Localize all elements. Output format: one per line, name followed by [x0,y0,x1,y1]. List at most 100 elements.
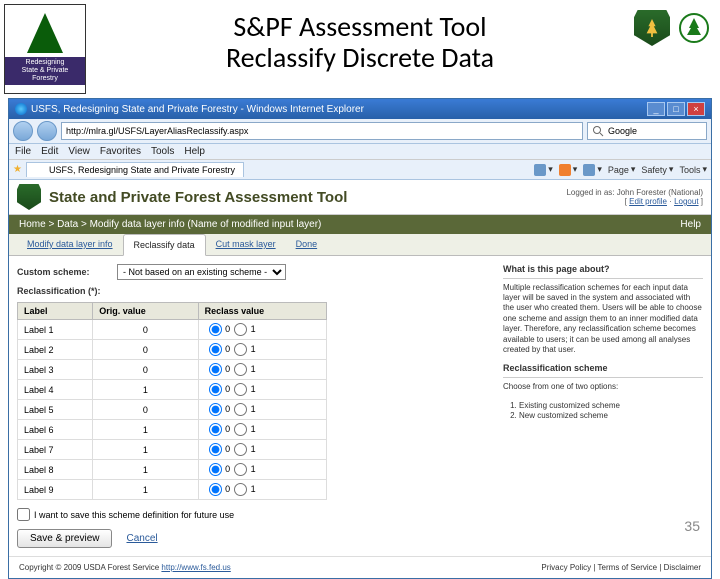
col-reclass: Reclass value [198,303,326,320]
menu-file[interactable]: File [15,146,31,157]
radio-0[interactable] [209,323,222,336]
table-row: Label 20 0 1 [18,340,327,360]
page-tab-3[interactable]: Done [286,234,328,255]
forest-seal-icon [676,10,712,46]
tool-safety[interactable]: Safety▾ [641,164,673,175]
back-button[interactable] [13,121,33,141]
row-reclass: 0 1 [198,440,326,460]
tool-page[interactable]: Page▾ [608,164,636,175]
page-tab-1[interactable]: Reclassify data [123,234,206,256]
redesigning-logo: RedesigningState & Private Forestry [4,4,86,94]
radio-1[interactable] [234,323,247,336]
print-icon [583,164,595,176]
radio-0[interactable] [209,403,222,416]
maximize-button[interactable]: □ [667,102,685,116]
row-orig: 1 [93,460,198,480]
search-box[interactable]: Google [587,122,707,140]
col-orig: Orig. value [93,303,198,320]
close-button[interactable]: × [687,102,705,116]
tool-home[interactable]: ▾ [534,164,553,176]
save-preview-button[interactable]: Save & preview [17,529,112,548]
logout-link[interactable]: Logout [674,197,698,206]
row-reclass: 0 1 [198,360,326,380]
menu-view[interactable]: View [68,146,90,157]
col-label: Label [18,303,93,320]
menu-bar: File Edit View Favorites Tools Help [9,144,711,160]
scheme-heading: Reclassification scheme [503,363,703,378]
table-row: Label 10 0 1 [18,320,327,340]
menu-tools[interactable]: Tools [151,146,174,157]
reclass-table: Label Orig. value Reclass value Label 10… [17,302,327,500]
browser-tab[interactable]: USFS, Redesigning State and Private Fore… [26,162,244,177]
scheme-option-1: Existing customized scheme [519,401,703,411]
row-label: Label 5 [18,400,93,420]
row-orig: 0 [93,400,198,420]
page-tab-2[interactable]: Cut mask layer [206,234,286,255]
table-row: Label 91 0 1 [18,480,327,500]
radio-0[interactable] [209,483,222,496]
radio-0[interactable] [209,363,222,376]
scheme-option-2: New customized scheme [519,411,703,421]
help-link[interactable]: Help [680,219,701,230]
radio-0[interactable] [209,343,222,356]
save-scheme-checkbox[interactable] [17,508,30,521]
scheme-select[interactable]: - Not based on an existing scheme - [117,264,286,280]
tool-feeds[interactable]: ▾ [559,164,578,176]
save-scheme-label: I want to save this scheme definition fo… [34,510,234,520]
row-reclass: 0 1 [198,480,326,500]
scheme-intro: Choose from one of two options: [503,382,703,392]
radio-1[interactable] [234,463,247,476]
menu-edit[interactable]: Edit [41,146,58,157]
reclass-label: Reclassification (*): [17,286,117,296]
radio-1[interactable] [234,423,247,436]
menu-help[interactable]: Help [184,146,205,157]
tool-print[interactable]: ▾ [583,164,602,176]
app-title: State and Private Forest Assessment Tool [49,189,347,206]
app-logo-icon [17,184,41,210]
search-icon [592,125,604,137]
home-icon [534,164,546,176]
radio-1[interactable] [234,443,247,456]
radio-1[interactable] [234,403,247,416]
about-text: Multiple reclassification schemes for ea… [503,283,703,356]
footer-links[interactable]: Privacy Policy | Terms of Service | Disc… [541,563,701,572]
fs-link[interactable]: http://www.fs.fed.us [161,563,230,572]
menu-favorites[interactable]: Favorites [100,146,141,157]
row-orig: 1 [93,380,198,400]
row-reclass: 0 1 [198,340,326,360]
radio-1[interactable] [234,343,247,356]
page-tab-0[interactable]: Modify data layer info [17,234,123,255]
favorites-star-icon[interactable]: ★ [13,164,22,175]
minimize-button[interactable]: _ [647,102,665,116]
page-number: 35 [684,518,700,534]
row-label: Label 2 [18,340,93,360]
forward-button[interactable] [37,121,57,141]
rss-icon [559,164,571,176]
radio-1[interactable] [234,363,247,376]
row-orig: 0 [93,340,198,360]
row-orig: 0 [93,360,198,380]
row-reclass: 0 1 [198,320,326,340]
table-row: Label 30 0 1 [18,360,327,380]
cancel-link[interactable]: Cancel [126,533,157,544]
row-orig: 1 [93,440,198,460]
address-bar[interactable] [61,122,583,140]
copyright: Copyright © 2009 USDA Forest Service htt… [19,563,231,572]
row-label: Label 1 [18,320,93,340]
radio-0[interactable] [209,443,222,456]
ie-icon [15,103,27,115]
radio-0[interactable] [209,463,222,476]
edit-profile-link[interactable]: Edit profile [629,197,667,206]
radio-0[interactable] [209,423,222,436]
row-reclass: 0 1 [198,400,326,420]
row-label: Label 6 [18,420,93,440]
window-titlebar: USFS, Redesigning State and Private Fore… [9,99,711,119]
about-heading: What is this page about? [503,264,703,279]
radio-1[interactable] [234,383,247,396]
table-row: Label 61 0 1 [18,420,327,440]
radio-1[interactable] [234,483,247,496]
table-row: Label 81 0 1 [18,460,327,480]
table-row: Label 71 0 1 [18,440,327,460]
radio-0[interactable] [209,383,222,396]
tool-tools[interactable]: Tools▾ [679,164,707,175]
